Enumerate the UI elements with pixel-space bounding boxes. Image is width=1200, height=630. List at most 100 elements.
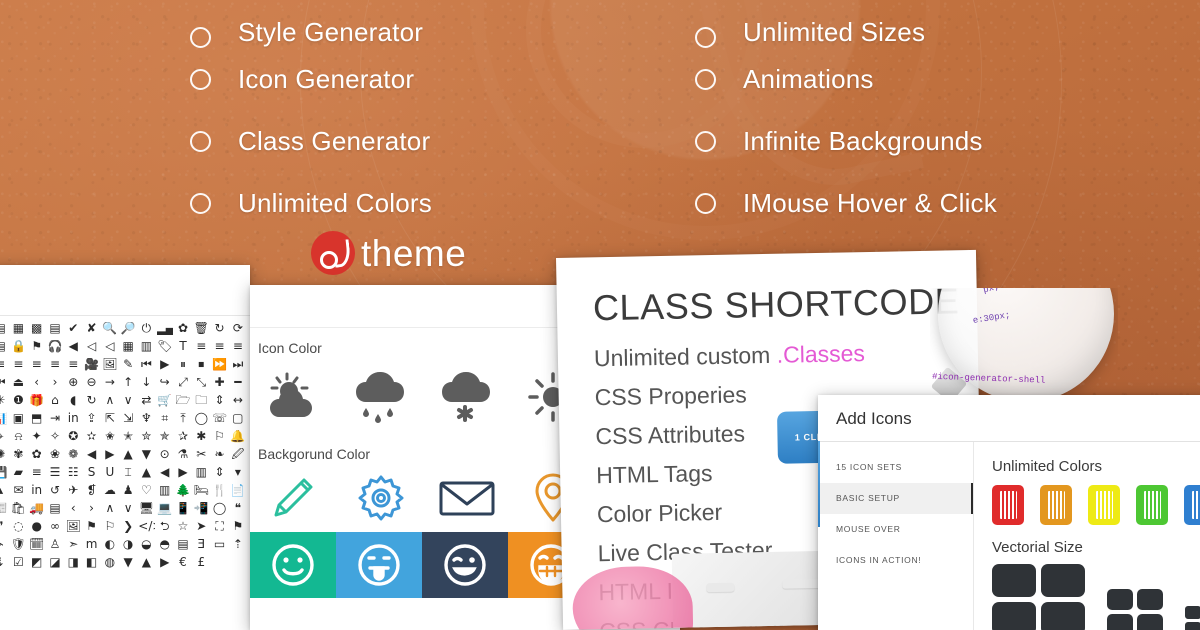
icon-glyph[interactable]: ▶ [175, 466, 191, 480]
icon-glyph[interactable]: ⏮ [138, 358, 154, 372]
icon-glyph[interactable]: ‹ [65, 502, 81, 516]
cloud-snow-icon[interactable] [424, 360, 510, 434]
icon-glyph[interactable]: 🎥 [83, 358, 99, 372]
icon-glyph[interactable]: ⊕ [65, 376, 81, 390]
icon-glyph[interactable]: 📱 [175, 502, 191, 516]
icon-glyph[interactable]: ▶ [157, 358, 173, 372]
icon-glyph[interactable]: ▶ [102, 448, 118, 462]
icon-glyph[interactable]: ☑ [10, 556, 26, 570]
size-tile-large[interactable] [992, 564, 1085, 630]
icon-glyph[interactable]: € [175, 556, 191, 570]
icon-glyph[interactable]: ✿ [175, 322, 191, 336]
icon-glyph[interactable]: ♆ [138, 412, 154, 426]
icon-glyph[interactable]: ◯ [193, 412, 209, 426]
icon-glyph[interactable]: ◑ [120, 538, 136, 552]
icon-glyph[interactable]: ▼ [138, 448, 154, 462]
icon-glyph[interactable]: ➤ [193, 520, 209, 534]
icon-glyph[interactable]: ▲ [138, 466, 154, 480]
icon-glyph[interactable]: S [83, 466, 99, 480]
icon-glyph[interactable]: ▲ [120, 448, 136, 462]
icon-glyph[interactable]: ⤒ [175, 412, 191, 426]
icon-glyph[interactable]: ✱ [193, 430, 209, 444]
icon-glyph[interactable]: ✪ [65, 430, 81, 444]
icon-glyph[interactable]: ≡ [65, 358, 81, 372]
icon-glyph[interactable]: ↪ [157, 376, 173, 390]
swatch-orange[interactable] [1040, 485, 1072, 525]
icon-glyph[interactable]: ∞ [47, 520, 63, 534]
icon-glyph[interactable]: ⚐ [102, 520, 118, 534]
icon-glyph[interactable]: ⏮ [0, 376, 8, 390]
icon-glyph[interactable]: 📰 [0, 502, 8, 516]
icon-glyph[interactable]: ⌶ [120, 466, 136, 480]
icon-glyph[interactable]: 🗀 [193, 394, 209, 408]
icon-glyph[interactable]: ⊙ [157, 448, 173, 462]
icon-glyph[interactable]: ≡ [0, 358, 8, 372]
icon-glyph[interactable]: 🎧 [47, 340, 63, 354]
icon-glyph[interactable]: ✯ [157, 430, 173, 444]
icon-glyph[interactable]: ⇲ [120, 412, 136, 426]
icon-glyph[interactable]: ◩ [29, 556, 45, 570]
icon-glyph[interactable]: ◒ [138, 538, 154, 552]
icon-glyph[interactable]: Ǝ [193, 538, 209, 552]
icon-glyph[interactable]: ≡ [10, 358, 26, 372]
icon-glyph[interactable]: ✔ [65, 322, 81, 336]
icon-glyph[interactable]: ▤ [0, 322, 8, 336]
icon-glyph[interactable]: 🔒 [10, 340, 26, 354]
icon-glyph[interactable]: 💻 [157, 502, 173, 516]
icon-glyph[interactable]: m [83, 538, 99, 552]
icon-glyph[interactable]: ↻ [83, 394, 99, 408]
icon-glyph[interactable]: in [29, 484, 45, 498]
icon-glyph[interactable]: ⚑ [230, 520, 246, 534]
icon-glyph[interactable]: ━ [230, 376, 246, 390]
icon-glyph[interactable]: ⏭ [230, 358, 246, 372]
icon-glyph[interactable]: £ [193, 556, 209, 570]
icon-glyph[interactable]: ❝ [230, 502, 246, 516]
icon-glyph[interactable]: 🚚 [29, 502, 45, 516]
icon-glyph-grid[interactable]: ▤▦▩▤✔✘🔍🔎⏻▂▄▆✿🗑↻⟳▤🔒⚑🎧◀◁◁▦▥🏷T≡≡≡≡≡≡≡≡🎥🖼✎⏮▶… [0, 316, 250, 570]
icon-glyph[interactable]: ▤ [47, 502, 63, 516]
icon-glyph[interactable]: ✎ [120, 358, 136, 372]
tongue-face-tile[interactable] [336, 532, 422, 598]
icon-glyph[interactable]: ◁ [83, 340, 99, 354]
icon-glyph[interactable]: U [102, 466, 118, 480]
icon-glyph[interactable]: 🖼 [102, 358, 118, 372]
icon-glyph[interactable]: ↑ [120, 376, 136, 390]
icon-glyph[interactable]: ◁ [102, 340, 118, 354]
icon-glyph[interactable]: 🛏 [193, 484, 209, 498]
icon-glyph[interactable]: ⌖ [0, 430, 8, 444]
icon-glyph[interactable]: ⌁ [0, 538, 8, 552]
icon-glyph[interactable]: ⇕ [211, 466, 227, 480]
icon-glyph[interactable]: 🗓 [29, 538, 45, 552]
icon-glyph[interactable]: ▥ [138, 340, 154, 354]
icon-glyph[interactable]: 🔍 [102, 322, 118, 336]
icon-glyph[interactable]: ▶ [157, 556, 173, 570]
icon-glyph[interactable]: ▤ [175, 538, 191, 552]
sidebar-item-icons-in-action[interactable]: ICONS IN ACTION! [818, 545, 973, 576]
icon-glyph[interactable]: ♙ [47, 538, 63, 552]
icon-glyph[interactable]: ◨ [65, 556, 81, 570]
wink-face-tile[interactable] [422, 532, 508, 598]
icon-glyph[interactable]: ▲ [138, 556, 154, 570]
icon-glyph[interactable]: ▣ [10, 412, 26, 426]
icon-glyph[interactable]: ◧ [83, 556, 99, 570]
sun-behind-cloud-icon[interactable] [252, 360, 338, 434]
icon-glyph[interactable]: ≡ [211, 340, 227, 354]
icon-glyph[interactable]: ✮ [138, 430, 154, 444]
icon-glyph[interactable]: ▦ [120, 340, 136, 354]
icon-glyph[interactable]: ✉ [10, 484, 26, 498]
icon-glyph[interactable]: ⏸ [175, 358, 191, 372]
icon-glyph[interactable]: ⇡ [230, 538, 246, 552]
icon-glyph[interactable]: ▦ [10, 322, 26, 336]
icon-glyph[interactable]: 🖥 [138, 502, 154, 516]
icon-glyph[interactable]: ▭ [211, 538, 227, 552]
pencil-icon[interactable] [252, 466, 338, 528]
icon-glyph[interactable]: ✂ [193, 448, 209, 462]
icon-glyph[interactable]: ◍ [102, 556, 118, 570]
icon-glyph[interactable]: ◌ [10, 520, 26, 534]
icon-glyph[interactable]: › [83, 502, 99, 516]
icon-glyph[interactable]: ≡ [29, 358, 45, 372]
icon-glyph[interactable]: ✳ [0, 394, 8, 408]
icon-glyph[interactable]: ⮌ [157, 520, 173, 534]
icon-glyph[interactable]: ▴ [0, 484, 8, 498]
swatch-yellow[interactable] [1088, 485, 1120, 525]
